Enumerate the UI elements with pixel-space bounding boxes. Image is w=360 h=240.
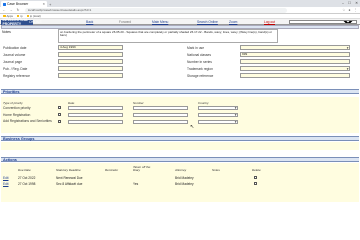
priority-date-field[interactable] bbox=[68, 119, 123, 124]
journal-volume-field[interactable] bbox=[58, 52, 123, 57]
menu-forward-link: Forward bbox=[119, 20, 132, 24]
actions-section-header: Actions bbox=[1, 157, 359, 162]
pub-reg-date-field[interactable] bbox=[58, 66, 123, 71]
menu-main-menu-link[interactable]: Main Menu bbox=[152, 20, 168, 24]
window-controls: – ☐ ✕ bbox=[342, 1, 358, 5]
registry-reference-field[interactable] bbox=[58, 73, 123, 78]
folder-icon bbox=[26, 14, 30, 18]
actions-col-taken: Taken off the Diary bbox=[133, 165, 151, 173]
app-logo: INTELLECTUAL PROPERTY ONLINE bbox=[1, 18, 42, 26]
actions-col-attorney: Attorney bbox=[175, 168, 187, 172]
folder-icon bbox=[16, 14, 20, 18]
trademark-region-label: Trademark region bbox=[187, 67, 213, 71]
menu-search-online-link[interactable]: Search Online bbox=[197, 20, 218, 24]
case-details-content: Notes on bordering the perimeter of a sq… bbox=[0, 29, 360, 202]
actions-col-delete: Delete bbox=[252, 168, 261, 172]
journal-page-label: Journal page bbox=[3, 60, 23, 64]
storage-reference-label: Storage reference bbox=[187, 74, 214, 78]
priority-country-select[interactable] bbox=[198, 119, 238, 124]
maximize-icon[interactable]: ☐ bbox=[348, 1, 351, 5]
journal-volume-label: Journal volume bbox=[3, 53, 26, 57]
priority-number-header: Number bbox=[133, 101, 144, 105]
bookmark-ip-local[interactable]: ip (local) bbox=[26, 14, 41, 18]
business-groups-section-header: Business Groups bbox=[1, 136, 359, 141]
actions-col-deadline: Statutory Deadline bbox=[56, 168, 81, 172]
address-bar-icons: ☆ ● ⋮ bbox=[342, 8, 357, 12]
url-field[interactable]: localhost/ip/casebrowser/casedetails.asp… bbox=[25, 7, 287, 13]
business-groups-panel bbox=[1, 142, 359, 150]
number-in-series-field[interactable] bbox=[240, 59, 350, 64]
priority-country-header: Country bbox=[198, 101, 209, 105]
apps-icon bbox=[3, 14, 6, 18]
priority-date-header: Date bbox=[68, 101, 75, 105]
publication-date-label: Publication date bbox=[3, 46, 27, 50]
profile-icon[interactable]: ● bbox=[348, 8, 350, 12]
url-text: localhost/ip/casebrowser/casedetails.asp… bbox=[28, 8, 92, 12]
priority-checkbox[interactable] bbox=[58, 106, 61, 109]
tab-favicon-icon bbox=[3, 2, 6, 6]
menu-zoom-link[interactable]: Zoom bbox=[229, 20, 237, 24]
priority-row-label: Add Registrations and Seniorities bbox=[3, 119, 52, 123]
action-deadline: Sec 8 Affidavit due bbox=[56, 182, 83, 186]
national-classes-field[interactable]: 999 bbox=[240, 52, 350, 57]
action-taken: Yes bbox=[133, 182, 139, 186]
mark-in-use-label: Mark in use bbox=[187, 46, 205, 50]
actions-col-reminder: Reminder bbox=[105, 168, 119, 172]
browser-tab-strip: Case Browser ✕ + – ☐ ✕ bbox=[0, 0, 360, 7]
priority-checkbox[interactable] bbox=[58, 120, 61, 123]
notes-textarea[interactable]: on bordering the perimeter of a square 2… bbox=[58, 29, 278, 43]
number-in-series-label: Number in series bbox=[187, 60, 212, 64]
back-arrow-icon[interactable]: ← bbox=[2, 8, 6, 12]
registry-reference-label: Registry reference bbox=[3, 74, 30, 78]
storage-reference-field[interactable] bbox=[240, 73, 350, 78]
window-close-icon[interactable]: ✕ bbox=[355, 1, 358, 5]
priority-number-field[interactable] bbox=[133, 119, 188, 124]
priority-row-label: Home Registration bbox=[3, 113, 31, 117]
mark-in-use-select[interactable] bbox=[240, 45, 350, 50]
action-deadline: Next Renewal Due bbox=[56, 176, 83, 180]
address-bar-row: ← → ↻ localhost/ip/casebrowser/casedetai… bbox=[0, 7, 360, 14]
priority-checkbox[interactable] bbox=[58, 113, 61, 116]
priority-country-select[interactable] bbox=[198, 112, 238, 117]
action-due-date: 27 Oct 1998 bbox=[18, 182, 36, 186]
priority-row-label: Convention priority bbox=[3, 106, 31, 110]
national-classes-label: National classes bbox=[187, 53, 212, 57]
action-delete-checkbox[interactable] bbox=[254, 182, 257, 185]
priorities-section-header: Priorities bbox=[1, 89, 359, 94]
minimize-icon[interactable]: – bbox=[342, 1, 344, 5]
action-edit-link[interactable]: Edit bbox=[3, 182, 9, 186]
publication-date-field[interactable]: 4 Aug 1993 bbox=[58, 45, 123, 50]
tab-close-icon[interactable]: ✕ bbox=[42, 2, 45, 6]
priority-date-field[interactable] bbox=[68, 112, 123, 117]
priority-number-field[interactable] bbox=[133, 112, 188, 117]
priority-type-header: Type of priority bbox=[3, 101, 23, 105]
mouse-cursor-icon: ↖ bbox=[190, 124, 195, 130]
action-due-date: 27 Oct 2022 bbox=[18, 176, 36, 180]
menu-back-link[interactable]: Back bbox=[86, 20, 93, 24]
new-tab-icon[interactable]: + bbox=[49, 2, 51, 7]
star-icon[interactable]: ☆ bbox=[342, 8, 345, 12]
priority-country-select[interactable] bbox=[198, 105, 238, 110]
actions-col-notes: Notes bbox=[212, 168, 220, 172]
notes-label: Notes bbox=[2, 30, 11, 34]
action-attorney: Brid Madeley bbox=[175, 176, 194, 180]
action-attorney: Brid Madeley bbox=[175, 182, 194, 186]
browser-menu-icon[interactable]: ⋮ bbox=[354, 8, 358, 12]
reload-icon[interactable]: ↻ bbox=[16, 8, 20, 12]
action-delete-checkbox[interactable] bbox=[254, 176, 257, 179]
menu-logout-link[interactable]: Log out bbox=[264, 20, 275, 24]
priority-number-field[interactable] bbox=[133, 105, 188, 110]
forward-arrow-icon[interactable]: → bbox=[9, 8, 13, 12]
journal-page-field[interactable] bbox=[58, 59, 123, 64]
tab-title: Case Browser bbox=[7, 2, 29, 6]
pub-reg-date-label: Pub. / Reg. Date bbox=[3, 67, 28, 71]
action-edit-link[interactable]: Edit bbox=[3, 176, 9, 180]
priority-date-field[interactable] bbox=[68, 105, 123, 110]
actions-col-due-date: Due Date bbox=[18, 168, 31, 172]
section-jump-select[interactable]: Top bbox=[289, 19, 357, 25]
trademark-region-select[interactable] bbox=[240, 66, 350, 71]
